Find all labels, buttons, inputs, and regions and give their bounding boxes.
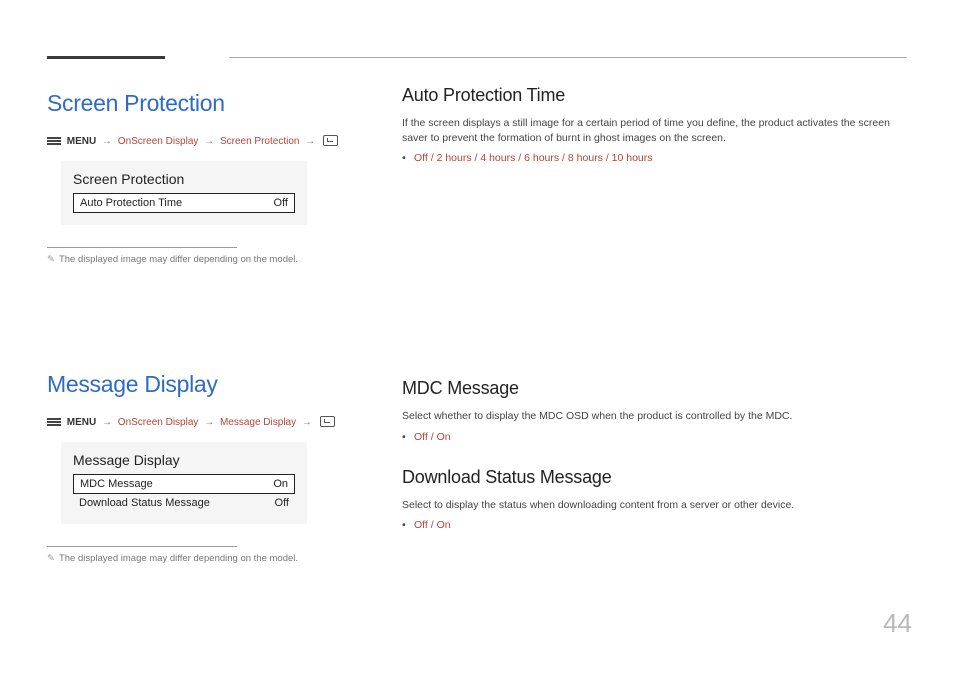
row-value: Off [275,497,289,509]
right-column: Auto Protection Time If the screen displ… [402,85,907,531]
section-mdc-message: MDC Message Select whether to display th… [402,378,907,442]
heading-download-status: Download Status Message [402,467,907,488]
path-part: Screen Protection [220,136,300,147]
menu-label: MENU [67,417,96,428]
rule-long [229,57,907,58]
arrow-icon: → [102,417,112,428]
section-download-status-message: Download Status Message Select to displa… [402,467,907,531]
menu-path-message-display: MENU → OnScreen Display → Message Displa… [47,416,347,428]
note: ✎ The displayed image may differ dependin… [47,553,347,564]
menu-icon [47,137,61,145]
row-label: Auto Protection Time [80,197,182,209]
arrow-icon: → [204,417,214,428]
panel-row: MDC Message On [73,474,295,494]
section-message-display: Message Display MENU → OnScreen Display … [47,371,347,564]
arrow-icon: → [102,136,112,147]
options-auto-protection-time: Off / 2 hours / 4 hours / 6 hours / 8 ho… [408,152,907,164]
pencil-icon: ✎ [47,553,55,564]
panel-row: Download Status Message Off [73,494,295,512]
option-text: Off / On [408,519,907,531]
heading-message-display: Message Display [47,371,347,398]
panel-title: Screen Protection [73,171,295,187]
arrow-icon: → [204,136,214,147]
divider [47,247,237,248]
arrow-icon: → [305,136,315,147]
options-mdc-message: Off / On [408,431,907,443]
row-label: MDC Message [80,478,153,490]
desc-auto-protection-time: If the screen displays a still image for… [402,116,907,146]
panel-message-display: Message Display MDC Message On Download … [61,442,307,524]
row-label: Download Status Message [79,497,210,509]
enter-icon [323,135,338,146]
page-number: 44 [883,608,912,639]
option-text: Off / 2 hours / 4 hours / 6 hours / 8 ho… [408,152,907,164]
menu-path-screen-protection: MENU → OnScreen Display → Screen Protect… [47,135,347,147]
path-part: Message Display [220,417,296,428]
row-value: Off [274,197,288,209]
heading-auto-protection-time: Auto Protection Time [402,85,907,106]
option-text: Off / On [408,431,907,443]
left-column: Screen Protection MENU → OnScreen Displa… [47,85,347,564]
path-part: OnScreen Display [118,417,199,428]
panel-title: Message Display [73,452,295,468]
path-part: OnScreen Display [118,136,199,147]
note: ✎ The displayed image may differ dependin… [47,254,347,265]
pencil-icon: ✎ [47,254,55,265]
options-download-status: Off / On [408,519,907,531]
enter-icon [320,416,335,427]
page: Screen Protection MENU → OnScreen Displa… [0,0,954,675]
menu-icon [47,418,61,426]
heading-mdc-message: MDC Message [402,378,907,399]
panel-screen-protection: Screen Protection Auto Protection Time O… [61,161,307,225]
note-text: The displayed image may differ depending… [59,254,298,265]
heading-screen-protection: Screen Protection [47,90,347,117]
panel-row: Auto Protection Time Off [73,193,295,213]
rule-short [47,56,165,59]
arrow-icon: → [302,417,312,428]
note-text: The displayed image may differ depending… [59,553,298,564]
menu-label: MENU [67,136,96,147]
desc-mdc-message: Select whether to display the MDC OSD wh… [402,409,907,424]
desc-download-status: Select to display the status when downlo… [402,498,907,513]
row-value: On [273,478,288,490]
divider [47,546,237,547]
